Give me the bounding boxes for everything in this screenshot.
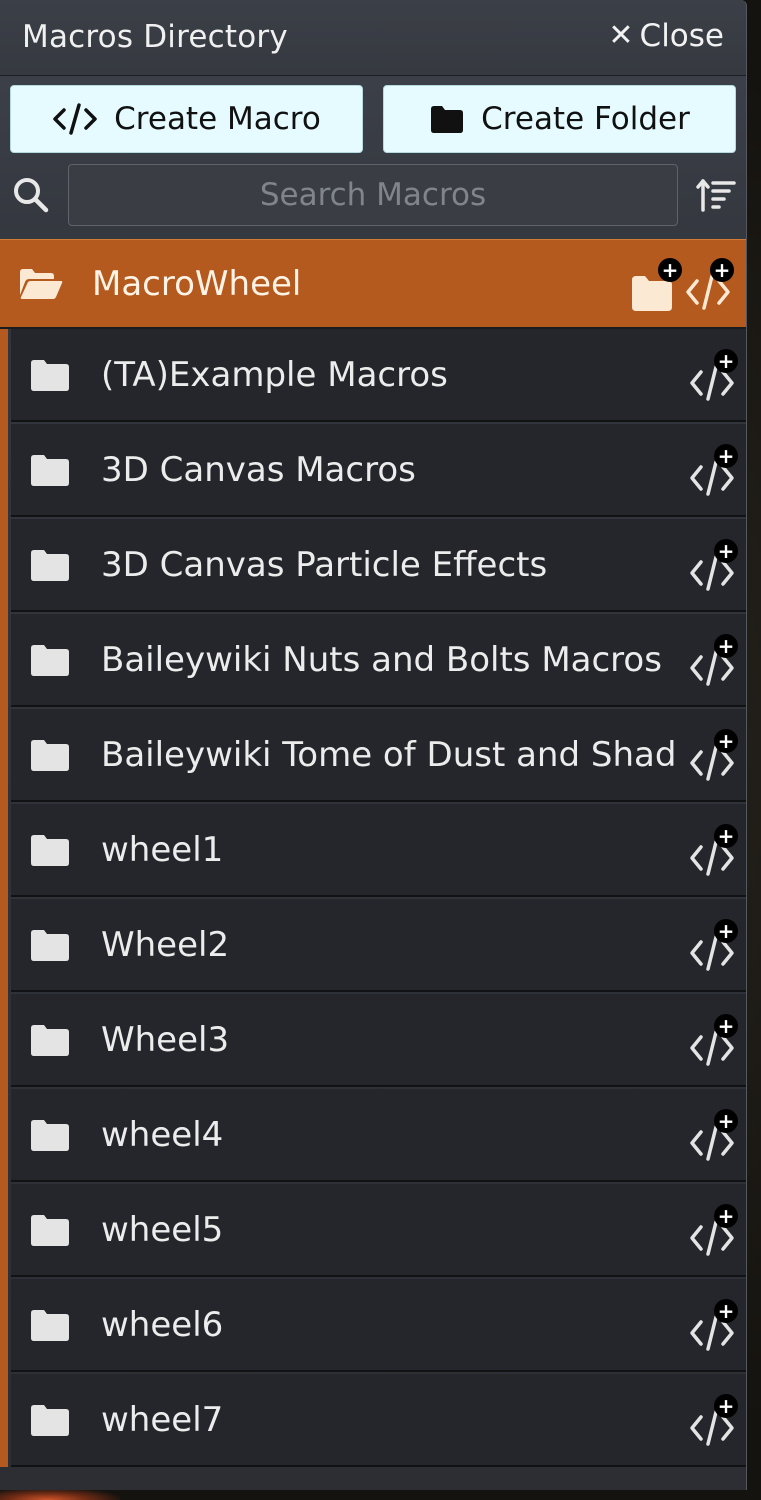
- add-macro-button[interactable]: +: [688, 917, 738, 973]
- folder-row[interactable]: wheel6 +: [11, 1279, 746, 1372]
- create-folder-label: Create Folder: [481, 101, 690, 137]
- folder-label: 3D Canvas Particle Effects: [101, 544, 548, 585]
- action-buttons: Create Macro Create Folder: [0, 76, 746, 153]
- folder-icon: [29, 833, 71, 867]
- folder-row[interactable]: wheel5 +: [11, 1184, 746, 1277]
- add-folder-button[interactable]: +: [628, 256, 682, 312]
- folder-row[interactable]: Baileywiki Tome of Dust and Shad +: [11, 709, 746, 802]
- folder-label: wheel6: [101, 1304, 224, 1345]
- folder-icon: [29, 1403, 71, 1437]
- folder-row[interactable]: 3D Canvas Particle Effects +: [11, 519, 746, 612]
- folder-row[interactable]: Wheel2 +: [11, 899, 746, 992]
- folder-row[interactable]: (TA)Example Macros +: [11, 329, 746, 422]
- folder-label: Baileywiki Tome of Dust and Shad: [101, 734, 677, 775]
- folder-icon: [29, 738, 71, 772]
- plus-icon: +: [714, 918, 738, 943]
- plus-icon: +: [714, 1393, 738, 1418]
- folder-tree: (TA)Example Macros + 3D Canvas Macros +: [0, 329, 746, 1467]
- folder-icon: [29, 643, 71, 677]
- plus-icon: +: [714, 823, 738, 848]
- sort-icon[interactable]: [696, 177, 736, 213]
- plus-icon: +: [714, 1203, 738, 1228]
- folder-label: MacroWheel: [92, 263, 302, 304]
- folder-open-icon: [18, 266, 64, 302]
- folder-label: Baileywiki Nuts and Bolts Macros: [101, 639, 662, 680]
- folder-icon: [29, 1308, 71, 1342]
- folder-label: wheel7: [101, 1399, 224, 1440]
- folder-icon: [29, 1118, 71, 1152]
- add-macro-button[interactable]: +: [688, 727, 738, 783]
- folder-icon: [29, 548, 71, 582]
- close-icon: ✕: [608, 17, 634, 53]
- add-macro-button[interactable]: +: [688, 1202, 738, 1258]
- folder-label: Wheel3: [101, 1019, 230, 1060]
- folder-row[interactable]: Baileywiki Nuts and Bolts Macros +: [11, 614, 746, 707]
- page-title: Macros Directory: [22, 18, 288, 55]
- plus-icon: +: [658, 257, 682, 282]
- folder-label: wheel1: [101, 829, 224, 870]
- folder-icon: [29, 1023, 71, 1057]
- add-macro-button[interactable]: +: [688, 1107, 738, 1163]
- plus-icon: +: [714, 348, 738, 373]
- folder-icon: [429, 104, 465, 134]
- add-macro-button[interactable]: +: [688, 1297, 738, 1353]
- plus-icon: +: [714, 633, 738, 658]
- close-button[interactable]: ✕ Close: [608, 18, 724, 54]
- folder-label: 3D Canvas Macros: [101, 449, 416, 490]
- add-macro-button[interactable]: +: [688, 822, 738, 878]
- close-label: Close: [639, 17, 724, 54]
- folder-icon: [29, 358, 71, 392]
- add-macro-button[interactable]: +: [688, 1392, 738, 1448]
- add-macro-button[interactable]: +: [688, 442, 738, 498]
- create-macro-label: Create Macro: [114, 101, 321, 137]
- code-icon: [52, 102, 98, 136]
- folder-row[interactable]: wheel4 +: [11, 1089, 746, 1182]
- create-folder-button[interactable]: Create Folder: [383, 85, 736, 153]
- folder-row[interactable]: 3D Canvas Macros +: [11, 424, 746, 517]
- folder-row[interactable]: wheel7 +: [11, 1374, 746, 1467]
- folder-icon: [29, 928, 71, 962]
- search-input[interactable]: [68, 164, 678, 226]
- create-macro-button[interactable]: Create Macro: [10, 85, 363, 153]
- plus-icon: +: [714, 1298, 738, 1323]
- plus-icon: +: [714, 538, 738, 563]
- folder-icon: [29, 1213, 71, 1247]
- folder-icon: [29, 453, 71, 487]
- search-bar: [0, 155, 746, 235]
- plus-icon: +: [714, 1013, 738, 1038]
- folder-header-macrowheel[interactable]: MacroWheel + +: [0, 239, 746, 329]
- add-macro-button[interactable]: +: [688, 1012, 738, 1068]
- folder-row[interactable]: wheel1 +: [11, 804, 746, 897]
- macros-directory-panel: Macros Directory ✕ Close Create Macro Cr…: [0, 0, 747, 1490]
- add-macro-button[interactable]: +: [688, 347, 738, 403]
- plus-icon: +: [714, 1108, 738, 1133]
- add-macro-button[interactable]: +: [684, 256, 734, 312]
- folder-label: (TA)Example Macros: [101, 354, 448, 395]
- plus-icon: +: [714, 728, 738, 753]
- add-macro-button[interactable]: +: [688, 537, 738, 593]
- folder-label: wheel5: [101, 1209, 224, 1250]
- plus-icon: +: [714, 443, 738, 468]
- folder-label: wheel4: [101, 1114, 224, 1155]
- add-macro-button[interactable]: +: [688, 632, 738, 688]
- folder-row[interactable]: Wheel3 +: [11, 994, 746, 1087]
- search-icon: [12, 176, 50, 214]
- panel-header: Macros Directory ✕ Close: [0, 0, 746, 76]
- folder-label: Wheel2: [101, 924, 230, 965]
- plus-icon: +: [710, 257, 734, 282]
